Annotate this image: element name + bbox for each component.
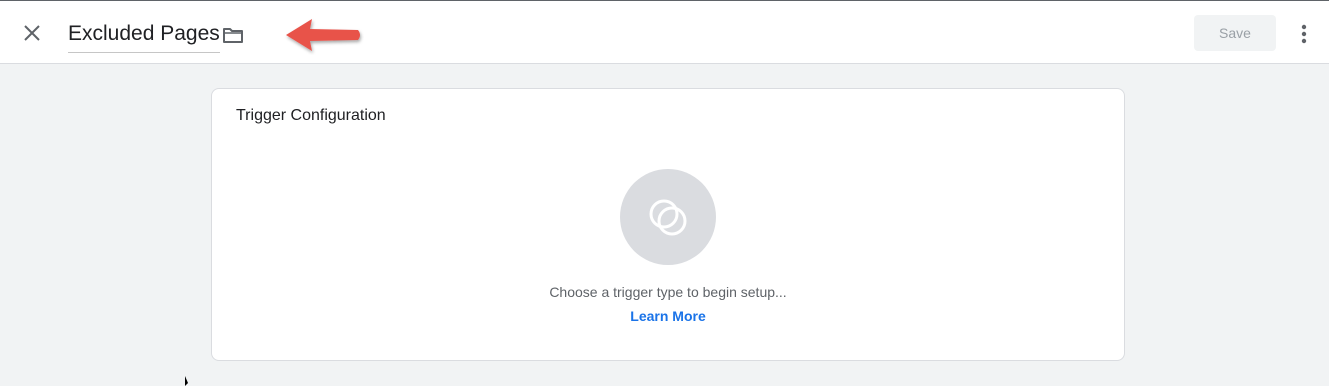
- trigger-type-icon: [649, 199, 687, 236]
- folder-button[interactable]: [220, 23, 246, 47]
- save-button[interactable]: Save: [1194, 15, 1276, 51]
- red-arrow-annotation: [286, 19, 360, 51]
- mouse-cursor: [185, 376, 188, 386]
- more-options-button[interactable]: [1292, 21, 1316, 47]
- trigger-type-selector[interactable]: [620, 169, 716, 265]
- close-button[interactable]: [18, 19, 46, 47]
- learn-more-link[interactable]: Learn More: [212, 308, 1124, 324]
- page-title: Excluded Pages: [68, 22, 220, 45]
- top-bar: Excluded Pages Save: [0, 0, 1329, 64]
- more-vert-icon: [1301, 24, 1307, 44]
- folder-icon: [223, 28, 243, 43]
- close-icon: [24, 25, 40, 41]
- title-field[interactable]: Excluded Pages: [68, 20, 220, 53]
- card-title: Trigger Configuration: [236, 107, 386, 124]
- trigger-configuration-card: Trigger Configuration Choose a trigger t…: [211, 88, 1125, 361]
- trigger-prompt-text: Choose a trigger type to begin setup...: [549, 284, 787, 300]
